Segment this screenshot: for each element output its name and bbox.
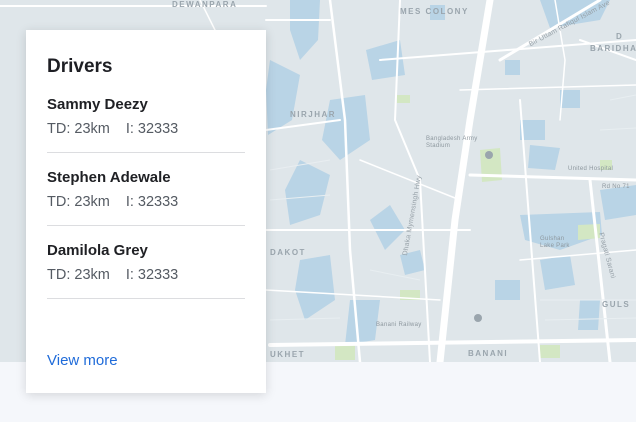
- drivers-card: Drivers Sammy Deezy TD: 23km I: 32333 Ste…: [26, 30, 266, 393]
- map-label-united-hospital: United Hospital: [568, 166, 614, 172]
- map-label-baridhara: BARIDHA: [590, 44, 636, 53]
- map-label-dakot: DAKOT: [270, 248, 306, 257]
- driver-stats: TD: 23km I: 32333: [47, 266, 245, 284]
- driver-id: I: 32333: [125, 194, 179, 210]
- driver-id: I: 32333: [125, 267, 179, 283]
- driver-stats: TD: 23km I: 32333: [47, 193, 245, 211]
- driver-total-distance: TD: 23km: [47, 267, 110, 283]
- driver-list-item[interactable]: Stephen Adewale TD: 23km I: 32333: [47, 169, 245, 226]
- map-label-mes-colony: MES COLONY: [400, 7, 469, 16]
- driver-id: I: 32333: [125, 121, 179, 137]
- map-label-banani-railway: Banani Railway: [376, 322, 422, 328]
- map-label-rd-71: Rd No 71: [602, 184, 630, 190]
- driver-name: Stephen Adewale: [47, 169, 171, 186]
- map-label-army-stadium: Bangladesh Army Stadium: [426, 136, 478, 149]
- driver-total-distance: TD: 23km: [47, 121, 110, 137]
- map-label-ukhet: UKHET: [270, 350, 306, 359]
- map-label-gulshan: GULS: [602, 300, 631, 309]
- map-label-gulshan-lake-park: Gulshan Lake Park: [540, 236, 570, 249]
- driver-total-distance: TD: 23km: [47, 194, 110, 210]
- view-more-link[interactable]: View more: [47, 352, 118, 369]
- map-label-banani: BANANI: [468, 349, 509, 358]
- drivers-card-title: Drivers: [47, 56, 113, 77]
- map-label-nirjhar: NIRJHAR: [290, 110, 337, 119]
- driver-list-item[interactable]: Sammy Deezy TD: 23km I: 32333: [47, 96, 245, 153]
- map-label-dewanpara: DEWANPARA: [172, 0, 238, 9]
- driver-name: Damilola Grey: [47, 242, 148, 259]
- driver-name: Sammy Deezy: [47, 96, 148, 113]
- driver-list-item[interactable]: Damilola Grey TD: 23km I: 32333: [47, 242, 245, 299]
- map-label-d: D: [616, 32, 624, 41]
- driver-stats: TD: 23km I: 32333: [47, 120, 245, 138]
